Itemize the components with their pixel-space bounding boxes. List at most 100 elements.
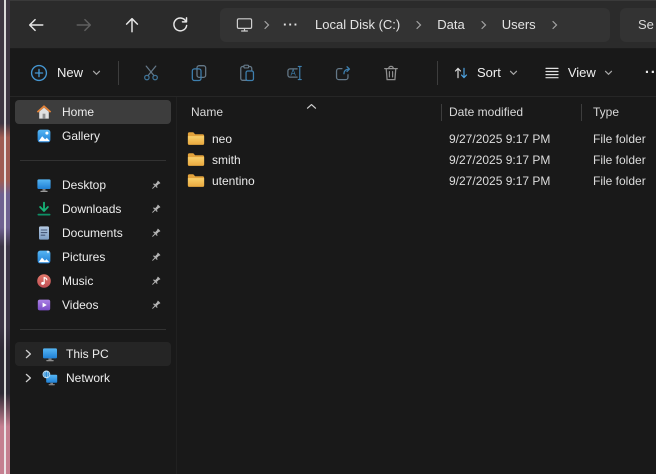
navigation-bar: ··· Local Disk (C:) Data Users Se bbox=[10, 1, 656, 49]
window-body: Home Gallery bbox=[10, 97, 656, 474]
back-arrow-icon bbox=[27, 16, 45, 34]
pin-icon bbox=[149, 299, 171, 312]
file-name: smith bbox=[212, 153, 241, 167]
chevron-down-icon bbox=[604, 70, 613, 76]
music-icon bbox=[36, 273, 52, 289]
sidebar-item-label: Gallery bbox=[62, 129, 100, 143]
sidebar-item-gallery[interactable]: Gallery bbox=[15, 124, 171, 148]
this-pc-monitor-icon bbox=[236, 17, 253, 33]
sidebar-item-desktop[interactable]: Desktop bbox=[15, 173, 171, 197]
file-explorer-window: ··· Local Disk (C:) Data Users Se bbox=[10, 0, 656, 474]
copy-icon bbox=[190, 64, 208, 82]
navigation-pane: Home Gallery bbox=[10, 97, 176, 474]
new-button[interactable]: New bbox=[28, 56, 103, 90]
breadcrumb-item-users[interactable]: Users bbox=[493, 12, 545, 38]
breadcrumb-chevron-icon[interactable] bbox=[550, 20, 559, 30]
sidebar-item-pictures[interactable]: Pictures bbox=[15, 245, 171, 269]
sidebar-item-home[interactable]: Home bbox=[15, 100, 171, 124]
desktop-icon bbox=[36, 177, 52, 193]
file-date-modified: 9/27/2025 9:17 PM bbox=[442, 153, 582, 167]
forward-arrow-icon bbox=[75, 16, 93, 34]
breadcrumb-item-local-disk[interactable]: Local Disk (C:) bbox=[306, 12, 409, 38]
paste-icon bbox=[238, 64, 256, 82]
share-button[interactable] bbox=[326, 56, 360, 90]
rename-button[interactable]: A bbox=[278, 56, 312, 90]
sidebar-item-network[interactable]: Network bbox=[15, 366, 171, 390]
sort-button-label: Sort bbox=[477, 65, 501, 80]
cut-icon bbox=[142, 64, 160, 82]
toolbar-divider bbox=[118, 61, 119, 85]
file-type: File folder bbox=[582, 132, 646, 146]
forward-button[interactable] bbox=[67, 8, 101, 42]
breadcrumb-item-data[interactable]: Data bbox=[428, 12, 473, 38]
trash-icon bbox=[382, 64, 400, 82]
sidebar-item-label: Documents bbox=[62, 226, 123, 240]
expand-chevron-icon[interactable] bbox=[22, 348, 34, 360]
file-row-smith[interactable]: smith 9/27/2025 9:17 PM File folder bbox=[177, 149, 656, 170]
file-name: utentino bbox=[212, 174, 255, 188]
view-button[interactable]: View bbox=[544, 56, 613, 90]
documents-icon bbox=[36, 225, 52, 241]
sort-button[interactable]: Sort bbox=[453, 56, 518, 90]
ellipsis-icon: ··· bbox=[645, 64, 656, 81]
column-header-date-modified[interactable]: Date modified bbox=[442, 105, 581, 119]
search-input[interactable]: Se bbox=[620, 8, 656, 42]
sidebar-item-label: Pictures bbox=[62, 250, 105, 264]
pin-icon bbox=[149, 251, 171, 264]
sidebar-item-label: Music bbox=[62, 274, 93, 288]
sidebar-item-label: Desktop bbox=[62, 178, 106, 192]
new-button-label: New bbox=[57, 65, 83, 80]
cut-button[interactable] bbox=[134, 56, 168, 90]
chevron-down-icon bbox=[509, 70, 518, 76]
file-row-utentino[interactable]: utentino 9/27/2025 9:17 PM File folder bbox=[177, 170, 656, 191]
file-list-pane: Name Date modified Type neo bbox=[176, 97, 656, 474]
view-list-icon bbox=[544, 65, 560, 81]
breadcrumb-chevron-icon[interactable] bbox=[479, 20, 488, 30]
column-header-row: Name Date modified Type bbox=[177, 100, 656, 124]
up-button[interactable] bbox=[115, 8, 149, 42]
delete-button[interactable] bbox=[374, 56, 408, 90]
more-options-button[interactable]: ··· bbox=[639, 56, 656, 90]
breadcrumb-chevron-icon[interactable] bbox=[414, 20, 423, 30]
home-icon bbox=[36, 104, 52, 120]
toolbar-divider bbox=[437, 61, 438, 85]
sidebar-item-downloads[interactable]: Downloads bbox=[15, 197, 171, 221]
this-pc-icon bbox=[42, 346, 58, 362]
network-icon bbox=[42, 370, 58, 386]
share-icon bbox=[334, 64, 352, 82]
copy-button[interactable] bbox=[182, 56, 216, 90]
sidebar-item-label: Network bbox=[66, 371, 110, 385]
videos-icon bbox=[36, 297, 52, 313]
command-toolbar: New bbox=[10, 49, 656, 97]
screen: ··· Local Disk (C:) Data Users Se bbox=[0, 0, 656, 474]
paste-button[interactable] bbox=[230, 56, 264, 90]
sort-ascending-icon[interactable] bbox=[306, 97, 317, 115]
pin-icon bbox=[149, 227, 171, 240]
downloads-icon bbox=[36, 201, 52, 217]
sidebar-divider bbox=[20, 329, 166, 330]
address-bar[interactable]: ··· Local Disk (C:) Data Users bbox=[220, 8, 610, 42]
gallery-icon bbox=[36, 128, 52, 144]
file-name: neo bbox=[212, 132, 232, 146]
file-type: File folder bbox=[582, 174, 646, 188]
sidebar-item-label: Downloads bbox=[62, 202, 121, 216]
refresh-button[interactable] bbox=[163, 8, 197, 42]
expand-chevron-icon[interactable] bbox=[22, 372, 34, 384]
sidebar-item-documents[interactable]: Documents bbox=[15, 221, 171, 245]
sidebar-item-label: Videos bbox=[62, 298, 98, 312]
sidebar-item-videos[interactable]: Videos bbox=[15, 293, 171, 317]
background-window-edge bbox=[0, 0, 10, 474]
file-date-modified: 9/27/2025 9:17 PM bbox=[442, 132, 582, 146]
refresh-icon bbox=[171, 16, 189, 34]
breadcrumb-overflow-button[interactable]: ··· bbox=[276, 12, 306, 38]
up-arrow-icon bbox=[123, 16, 141, 34]
sidebar-item-this-pc[interactable]: This PC bbox=[15, 342, 171, 366]
column-header-type[interactable]: Type bbox=[582, 105, 619, 119]
search-text: Se bbox=[638, 17, 654, 32]
pictures-icon bbox=[36, 249, 52, 265]
pin-icon bbox=[149, 275, 171, 288]
file-row-neo[interactable]: neo 9/27/2025 9:17 PM File folder bbox=[177, 128, 656, 149]
file-rows: neo 9/27/2025 9:17 PM File folder smith bbox=[177, 128, 656, 191]
sidebar-item-music[interactable]: Music bbox=[15, 269, 171, 293]
back-button[interactable] bbox=[19, 8, 53, 42]
